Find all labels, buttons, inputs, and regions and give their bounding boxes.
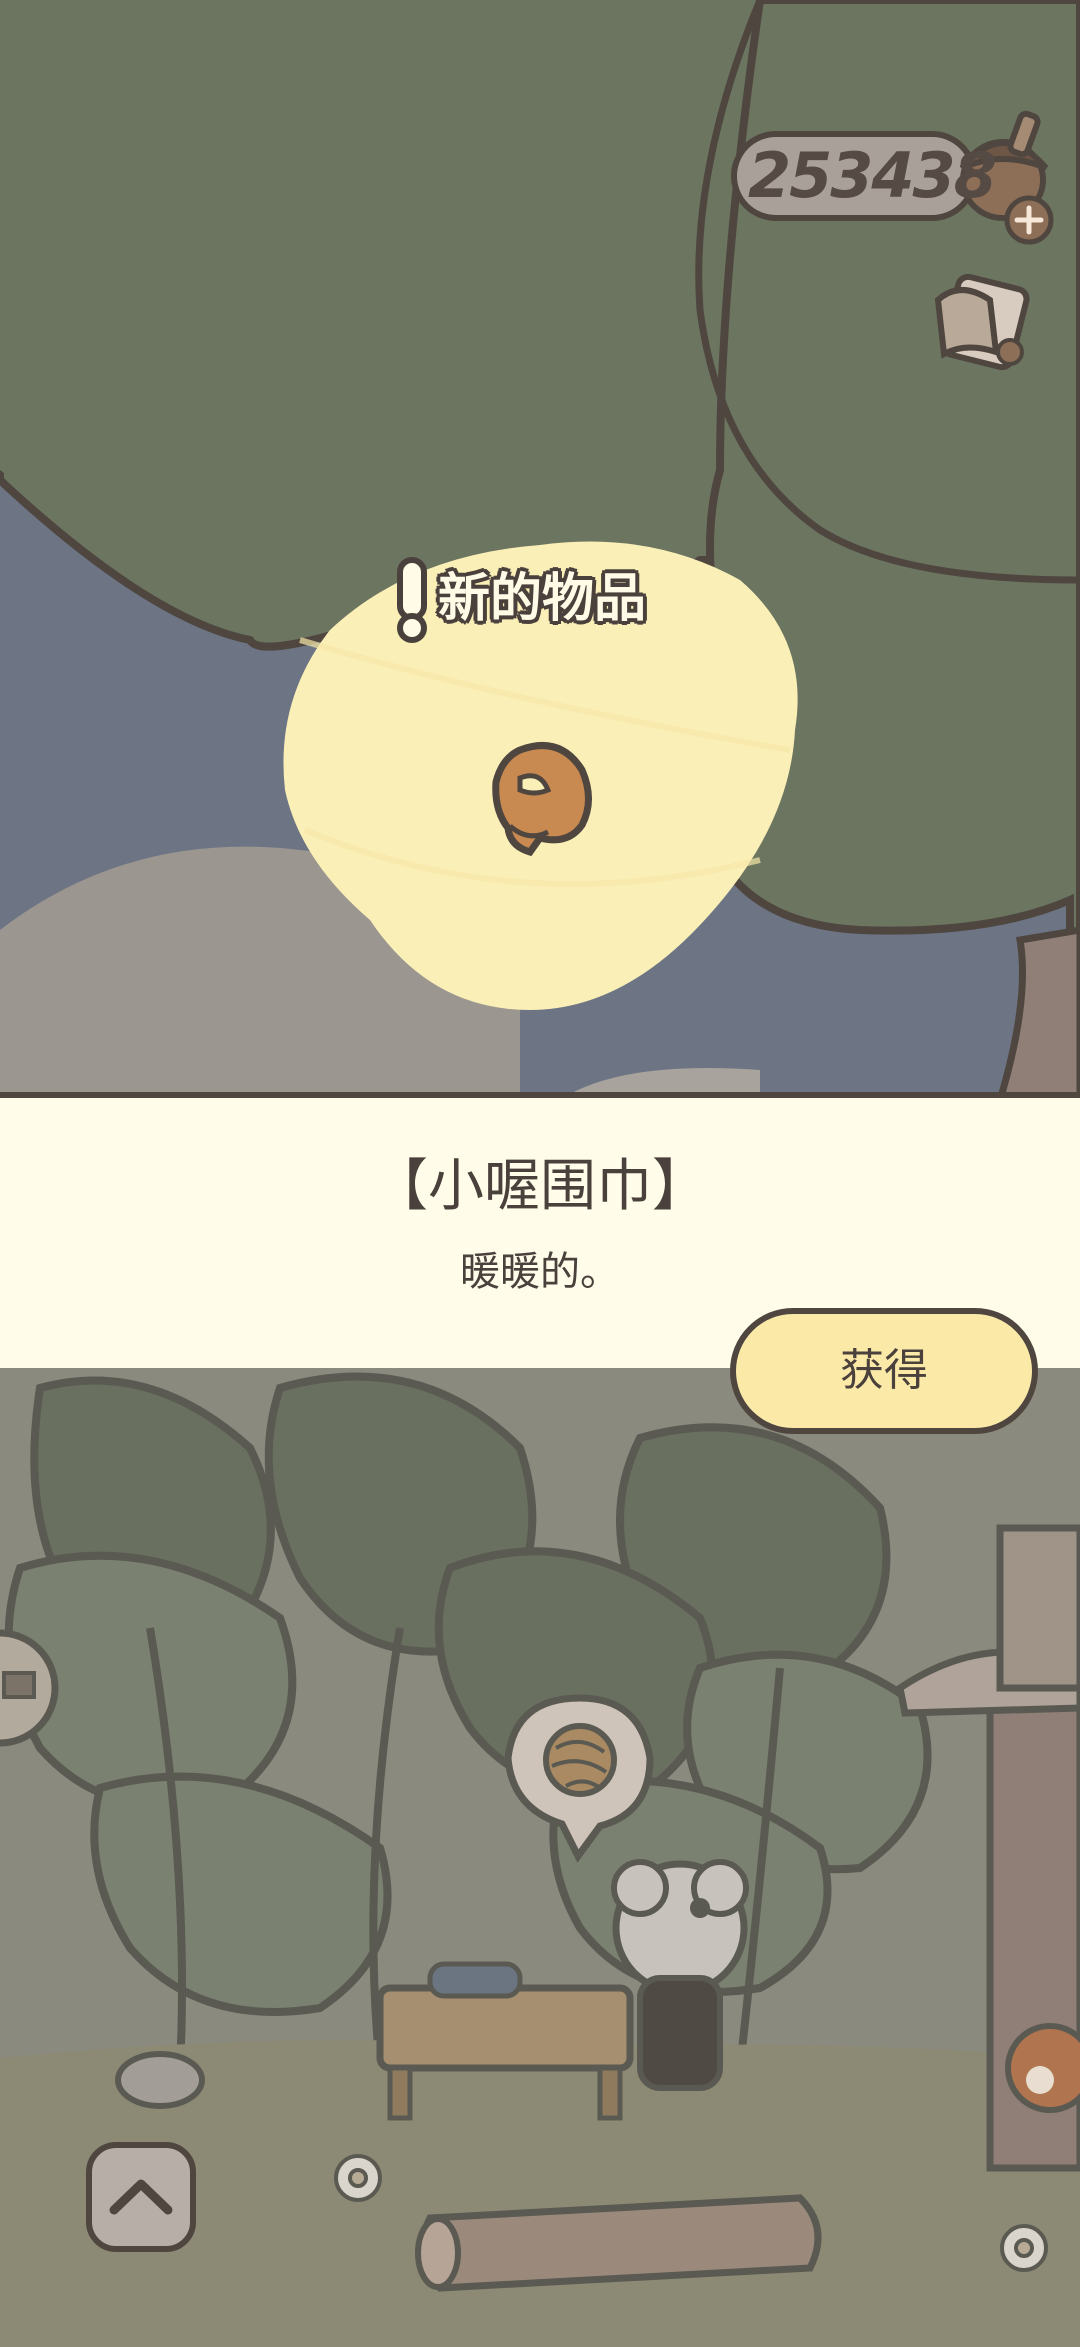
item-description: 暖暖的。	[460, 1249, 620, 1295]
fox-character	[1005, 2023, 1080, 2113]
new-item-label: 新的物品	[438, 569, 647, 629]
rock	[115, 2051, 205, 2109]
game-screen: 253438 新的物品 【小喔围巾】 暖暖的。 获得	[0, 0, 1080, 2347]
letters-icon	[934, 273, 1030, 371]
chevron-up-icon	[109, 2179, 173, 2215]
obtain-button[interactable]: 获得	[730, 1308, 1038, 1434]
currency-value: 253438	[748, 139, 997, 212]
scarf-icon	[492, 742, 592, 857]
scroll-up-button[interactable]	[86, 2142, 196, 2252]
exclamation-icon	[397, 557, 427, 643]
item-name: 【小喔围巾】	[372, 1154, 708, 1219]
